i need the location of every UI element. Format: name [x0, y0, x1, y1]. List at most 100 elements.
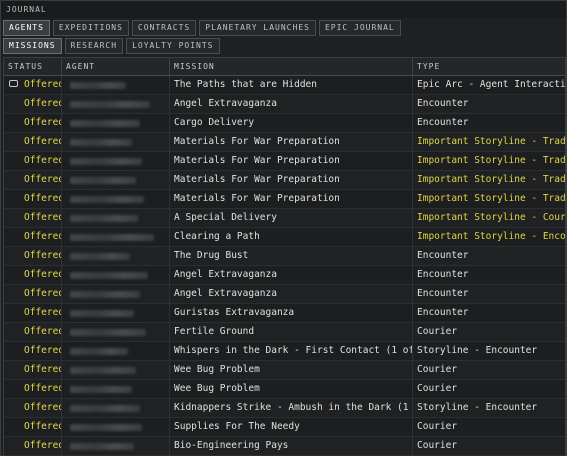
agent-name-redacted: [70, 329, 146, 336]
status-label: Offered: [24, 440, 62, 451]
table-row[interactable]: Offered Guristas Extravaganza Encounter: [4, 304, 565, 323]
agent-cell: [62, 285, 170, 303]
agent-name-redacted: [70, 310, 134, 317]
status-label: Offered: [24, 269, 62, 280]
mission-cell: Supplies For The Needy: [170, 418, 413, 436]
secondary-tabs: MISSIONS RESEARCH LOYALTY POINTS: [3, 38, 220, 54]
agent-cell: [62, 266, 170, 284]
mission-cell: Materials For War Preparation: [170, 171, 413, 189]
table-row[interactable]: Offered Supplies For The Needy Courier: [4, 418, 565, 437]
table-row[interactable]: Offered A Special Delivery Important Story…: [4, 209, 565, 228]
table-body: Offered The Paths that are Hidden Epic Arc…: [4, 76, 565, 456]
agent-name-redacted: [70, 101, 150, 108]
type-cell: Storyline - Encounter: [417, 345, 538, 356]
table-row[interactable]: Offered Angel Extravaganza Encounter: [4, 95, 565, 114]
agent-name-redacted: [70, 291, 140, 298]
type-cell: Important Storyline - Trade: [417, 174, 565, 185]
mission-cell: Materials For War Preparation: [170, 152, 413, 170]
tab-loyalty-points[interactable]: LOYALTY POINTS: [126, 38, 220, 54]
journal-window: JOURNAL AGENTS EXPEDITIONS CONTRACTS PLA…: [0, 0, 567, 456]
table-row[interactable]: Offered Materials For War Preparation Impo…: [4, 171, 565, 190]
agent-cell: [62, 228, 170, 246]
mission-cell: Clearing a Path: [170, 228, 413, 246]
status-cell: Offered: [4, 114, 62, 132]
status-cell: Offered: [4, 285, 62, 303]
mission-cell: Angel Extravaganza: [170, 266, 413, 284]
status-label: Offered: [24, 231, 62, 242]
agent-cell: [62, 304, 170, 322]
column-header-status[interactable]: STATUS: [4, 58, 62, 75]
column-header-mission[interactable]: MISSION: [170, 58, 413, 75]
agent-name-redacted: [70, 177, 136, 184]
type-cell: Courier: [417, 421, 458, 432]
mission-cell: Guristas Extravaganza: [170, 304, 413, 322]
agent-name-redacted: [70, 82, 126, 89]
agent-name-redacted: [70, 443, 134, 450]
status-cell: Offered: [4, 437, 62, 455]
agent-name-redacted: [70, 367, 136, 374]
table-row[interactable]: Offered The Drug Bust Encounter: [4, 247, 565, 266]
window-title: JOURNAL: [1, 1, 566, 18]
tab-research[interactable]: RESEARCH: [64, 38, 124, 54]
type-cell: Epic Arc - Agent Interaction: [417, 79, 565, 90]
status-cell: Offered: [4, 304, 62, 322]
agent-cell: [62, 437, 170, 455]
agent-cell: [62, 247, 170, 265]
type-cell: Courier: [417, 383, 458, 394]
status-cell: Offered: [4, 171, 62, 189]
table-row[interactable]: Offered Materials For War Preparation Impo…: [4, 133, 565, 152]
mission-cell: Angel Extravaganza: [170, 95, 413, 113]
tab-expeditions[interactable]: EXPEDITIONS: [52, 20, 129, 36]
status-cell: Offered: [4, 323, 62, 341]
status-label: Offered: [24, 212, 62, 223]
tab-missions[interactable]: MISSIONS: [3, 38, 62, 54]
tab-agents[interactable]: AGENTS: [3, 20, 50, 36]
tab-epic-journal[interactable]: EPIC JOURNAL: [318, 20, 401, 36]
agent-name-redacted: [70, 405, 140, 412]
status-label: Offered: [24, 117, 62, 128]
table-header: STATUS AGENT MISSION TYPE: [4, 58, 565, 76]
agent-name-redacted: [70, 139, 132, 146]
agent-name-redacted: [70, 348, 128, 355]
status-cell: Offered: [4, 342, 62, 360]
table-row[interactable]: Offered Cargo Delivery Encounter: [4, 114, 565, 133]
type-cell: Encounter: [417, 98, 469, 109]
type-cell: Important Storyline - Encounter: [417, 231, 565, 242]
status-label: Offered: [24, 345, 62, 356]
status-cell: Offered: [4, 152, 62, 170]
type-cell: Courier: [417, 326, 458, 337]
agent-name-redacted: [70, 272, 148, 279]
table-row[interactable]: Offered Whispers in the Dark - First Cont…: [4, 342, 565, 361]
agent-name-redacted: [70, 253, 130, 260]
table-row[interactable]: Offered Materials For War Preparation Impo…: [4, 190, 565, 209]
missions-table: STATUS AGENT MISSION TYPE Offered The Pat…: [3, 57, 566, 456]
table-row[interactable]: Offered Bio-Engineering Pays Courier: [4, 437, 565, 456]
tab-contracts[interactable]: CONTRACTS: [131, 20, 197, 36]
table-row[interactable]: Offered Kidnappers Strike - Ambush in the…: [4, 399, 565, 418]
table-row[interactable]: Offered The Paths that are Hidden Epic Arc…: [4, 76, 565, 95]
table-row[interactable]: Offered Wee Bug Problem Courier: [4, 361, 565, 380]
table-row[interactable]: Offered Fertile Ground Courier: [4, 323, 565, 342]
primary-tabs: AGENTS EXPEDITIONS CONTRACTS PLANETARY L…: [3, 20, 401, 36]
tab-planetary-launches[interactable]: PLANETARY LAUNCHES: [199, 20, 316, 36]
table-row[interactable]: Offered Materials For War Preparation Impo…: [4, 152, 565, 171]
status-label: Offered: [24, 250, 62, 261]
status-label: Offered: [24, 79, 62, 90]
table-row[interactable]: Offered Clearing a Path Important Storylin…: [4, 228, 565, 247]
column-header-type[interactable]: TYPE: [413, 58, 565, 75]
agent-name-redacted: [70, 120, 140, 127]
agent-cell: [62, 114, 170, 132]
table-row[interactable]: Offered Angel Extravaganza Encounter: [4, 285, 565, 304]
agent-cell: [62, 95, 170, 113]
mission-cell: Angel Extravaganza: [170, 285, 413, 303]
table-row[interactable]: Offered Wee Bug Problem Courier: [4, 380, 565, 399]
type-cell: Important Storyline - Trade: [417, 136, 565, 147]
agent-name-redacted: [70, 158, 142, 165]
column-header-agent[interactable]: AGENT: [62, 58, 170, 75]
status-label: Offered: [24, 174, 62, 185]
mission-cell: Wee Bug Problem: [170, 380, 413, 398]
type-cell: Encounter: [417, 117, 469, 128]
status-label: Offered: [24, 98, 62, 109]
type-cell: Encounter: [417, 269, 469, 280]
table-row[interactable]: Offered Angel Extravaganza Encounter: [4, 266, 565, 285]
